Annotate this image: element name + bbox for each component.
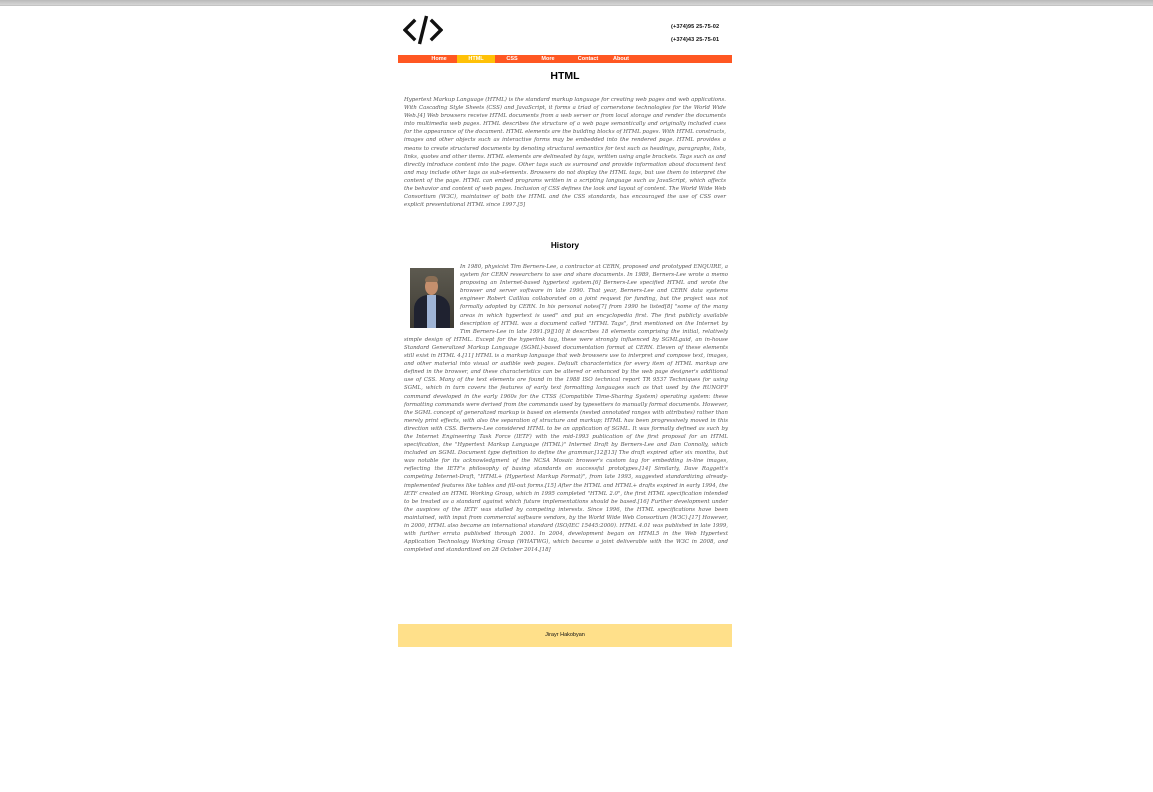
nav-bar: Home HTML CSS More Contact About bbox=[398, 55, 732, 63]
footer-author: Jirayr Hakobyan bbox=[545, 632, 585, 638]
phone-number: (+374)43 25-75-01 bbox=[671, 37, 720, 43]
nav-item-home[interactable]: Home bbox=[422, 55, 456, 63]
page-title: HTML bbox=[550, 70, 580, 82]
phone-number: (+374)95 25-75-02 bbox=[671, 24, 720, 30]
nav-item-more[interactable]: More bbox=[531, 55, 565, 63]
footer: Jirayr Hakobyan bbox=[398, 624, 732, 647]
nav-item-css[interactable]: CSS bbox=[495, 55, 529, 63]
nav-item-about[interactable]: About bbox=[604, 55, 638, 63]
nav-item-contact[interactable]: Contact bbox=[571, 55, 605, 63]
header: (+374)95 25-75-02 (+374)43 25-75-01 bbox=[398, 6, 732, 55]
portrait-photo bbox=[410, 268, 454, 328]
history-section: In 1980, physicist Tim Berners-Lee, a co… bbox=[404, 263, 728, 554]
intro-paragraph: Hypertext Markup Language (HTML) is the … bbox=[404, 97, 726, 209]
phone-numbers: (+374)95 25-75-02 (+374)43 25-75-01 bbox=[671, 21, 719, 47]
page-container: (+374)95 25-75-02 (+374)43 25-75-01 Home… bbox=[398, 6, 732, 647]
nav-item-html[interactable]: HTML bbox=[457, 55, 495, 63]
code-icon[interactable] bbox=[403, 15, 443, 45]
history-heading: History bbox=[550, 241, 580, 250]
